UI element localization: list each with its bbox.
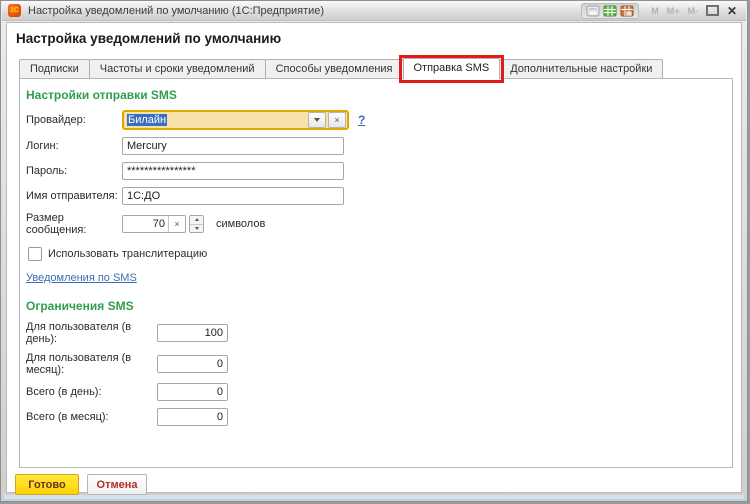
sender-name-row: Имя отправителя: [26,187,732,205]
message-size-field[interactable]: 70 × [122,215,186,233]
limit-user-month-row: Для пользователя (в месяц): [26,352,732,376]
window-title: Настройка уведомлений по умолчанию (1С:П… [28,4,325,17]
limit-user-day-label: Для пользователя (в день): [26,321,132,345]
provider-value: Билайн [127,114,168,126]
titlebar-tool-tray [581,2,640,19]
document-icon[interactable] [586,5,600,17]
close-icon: ✕ [726,3,738,18]
limit-total-month-row: Всего (в месяц): [26,408,732,426]
chevron-down-icon [314,118,320,122]
spinner-up-button[interactable] [190,216,203,225]
message-size-label: Размер сообщения: [26,212,87,236]
spinner-down-button[interactable] [190,224,203,232]
message-size-clear-button[interactable]: × [168,216,185,232]
tab-additional-settings[interactable]: Дополнительные настройки [499,59,664,78]
limit-total-day-row: Всего (в день): [26,383,732,401]
limit-user-day-input[interactable] [157,324,228,342]
limit-user-month-input[interactable] [157,355,228,373]
cancel-button[interactable]: Отмена [87,474,147,495]
message-size-row: Размер сообщения: 70 × символов [26,212,732,236]
footer-buttons: Готово Отмена [15,474,741,495]
m-button[interactable]: M [649,4,661,18]
window-bottom-frame [4,495,744,499]
sender-name-input[interactable] [122,187,344,205]
password-label: Пароль: [26,165,68,177]
tab-sms-sending[interactable]: Отправка SMS [398,55,505,83]
password-input[interactable] [122,162,344,180]
tab-bar: Подписки Частоты и сроки уведомлений Спо… [19,55,741,83]
done-button[interactable]: Готово [15,474,79,495]
page-title: Настройка уведомлений по умолчанию [16,31,282,46]
tab-frequencies[interactable]: Частоты и сроки уведомлений [88,59,266,78]
login-row: Логин: [26,137,732,155]
tab-notification-methods[interactable]: Способы уведомления [264,59,404,78]
provider-dropdown-button[interactable] [308,112,326,128]
message-size-spinner [189,215,204,233]
window-client-area: Настройка уведомлений по умолчанию Подпи… [6,22,742,495]
app-window: 1С Настройка уведомлений по умолчанию (1… [0,0,748,502]
1c-logo-icon: 1С [8,4,21,17]
message-size-suffix: символов [216,218,266,230]
provider-combobox[interactable]: Билайн × [122,110,349,130]
chevron-down-icon [194,226,199,230]
tab-subscriptions[interactable]: Подписки [19,59,90,78]
limit-user-day-row: Для пользователя (в день): [26,321,732,345]
transliteration-checkbox[interactable] [28,247,42,261]
sms-notifications-link[interactable]: Уведомления по SMS [26,272,137,284]
tab-sms-sending-label: Отправка SMS [413,62,490,74]
section-title-sms-sending: Настройки отправки SMS [26,88,177,102]
transliteration-label: Использовать транслитерацию [48,248,208,260]
limit-user-month-label: Для пользователя (в месяц): [26,352,132,376]
clear-icon: × [334,114,340,125]
calendar-date-icon[interactable] [620,5,634,17]
limit-total-month-label: Всего (в месяц): [26,411,109,423]
limit-total-day-label: Всего (в день): [26,386,102,398]
sms-settings-panel: Настройки отправки SMS Провайдер: Билайн… [19,78,733,468]
message-size-value: 70 [152,218,165,230]
provider-clear-button[interactable]: × [328,112,346,128]
limit-total-month-input[interactable] [157,408,228,426]
calendar-icon[interactable] [603,5,617,17]
sender-name-label: Имя отправителя: [26,190,118,202]
transliteration-row: Использовать транслитерацию [28,247,732,261]
login-input[interactable] [122,137,344,155]
provider-row: Провайдер: Билайн × ? [26,110,732,130]
m-minus-button[interactable]: M- [686,4,701,18]
maximize-button[interactable] [704,4,720,18]
m-plus-button[interactable]: M+ [665,4,682,18]
maximize-icon [705,5,719,16]
chevron-up-icon [194,218,199,222]
limit-total-day-input[interactable] [157,383,228,401]
section-title-sms-limits: Ограничения SMS [26,299,134,313]
login-label: Логин: [26,140,59,152]
provider-help-link[interactable]: ? [358,113,365,127]
password-row: Пароль: [26,162,732,180]
close-button[interactable]: ✕ [724,4,740,18]
titlebar: 1С Настройка уведомлений по умолчанию (1… [2,1,746,21]
provider-label: Провайдер: [26,114,86,126]
